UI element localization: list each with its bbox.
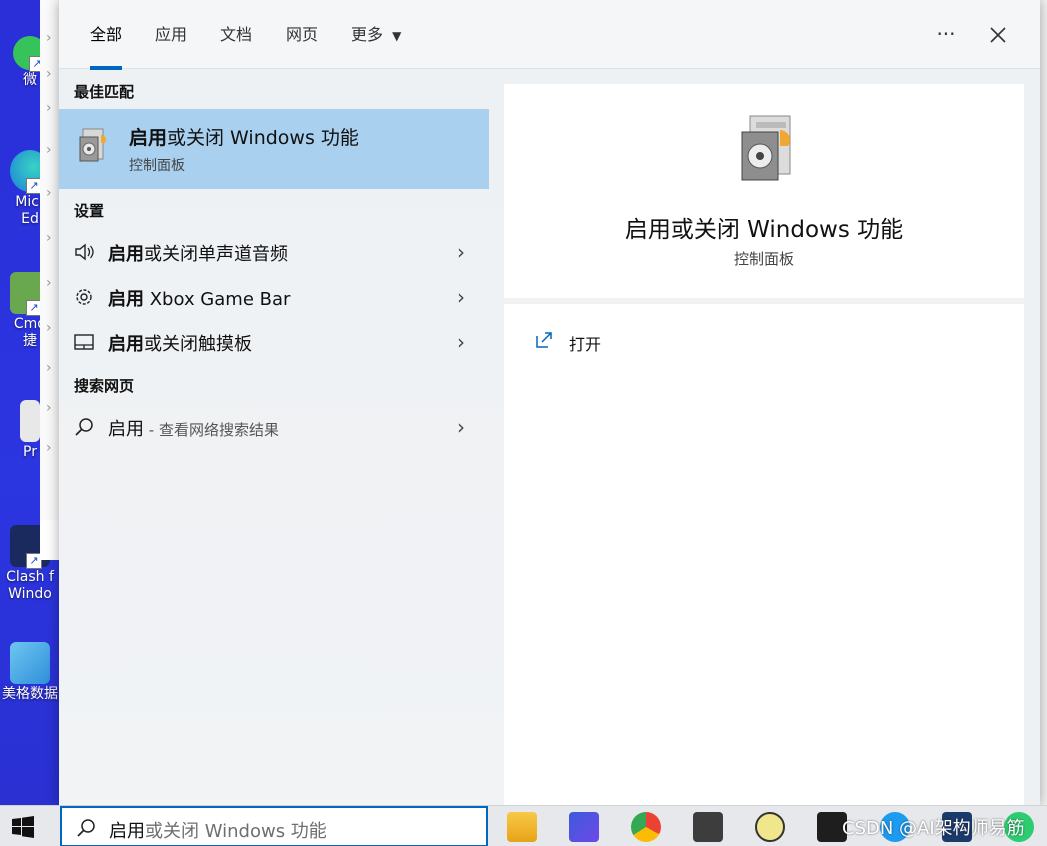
settings-item-label: 启用或关闭触摸板	[108, 334, 252, 355]
detail-header: 启用或关闭 Windows 功能 控制面板	[504, 84, 1024, 304]
search-query-text: 启用或关闭 Windows 功能	[109, 821, 327, 842]
search-panel: 全部 应用 文档 网页 更多 ▼ ··· 最佳匹配 启用或关闭 Windows …	[59, 0, 1040, 805]
app-m-icon[interactable]	[569, 812, 599, 842]
settings-item-mono-audio[interactable]: 启用或关闭单声道音频 ›	[59, 230, 489, 274]
desktop-icon-label: Clash f Windo	[6, 569, 54, 602]
chevron-right-icon: ›	[457, 240, 465, 264]
speaker-icon	[75, 243, 94, 261]
watermark: CSDN @AI架构师易筋	[842, 818, 1025, 839]
search-header: 全部 应用 文档 网页 更多 ▼ ···	[59, 0, 1040, 70]
best-match-title: 启用或关闭 Windows 功能	[129, 123, 359, 150]
chevron-right-icon: ›	[457, 285, 465, 309]
detail-title: 启用或关闭 Windows 功能	[624, 217, 904, 243]
windows-start-icon[interactable]	[10, 815, 36, 839]
best-match-item[interactable]: 启用或关闭 Windows 功能 控制面板	[59, 109, 489, 189]
web-search-item[interactable]: 启用 - 查看网络搜索结果 ›	[59, 405, 489, 449]
desktop-icon-label: 微	[23, 72, 37, 88]
search-icon	[77, 819, 95, 837]
web-search-label: 启用 - 查看网络搜索结果	[108, 419, 279, 440]
settings-item-label: 启用 Xbox Game Bar	[108, 289, 291, 310]
app-circle-icon[interactable]	[755, 812, 785, 842]
taskbar-search-input[interactable]: 启用或关闭 Windows 功能	[60, 806, 488, 846]
tab-more[interactable]: 更多 ▼	[351, 24, 401, 48]
open-action-label: 打开	[569, 335, 602, 354]
best-match-title-bold: 启用	[129, 127, 168, 149]
tab-apps[interactable]: 应用	[155, 24, 187, 48]
results-list: 最佳匹配 启用或关闭 Windows 功能 控制面板 设置 启用或关闭单声道音频…	[59, 70, 504, 805]
settings-item-xbox-game-bar[interactable]: 启用 Xbox Game Bar ›	[59, 275, 489, 319]
chevron-right-icon: ›	[457, 415, 465, 439]
detail-subtitle: 控制面板	[733, 250, 794, 268]
windows-features-icon	[741, 115, 791, 181]
best-match-subtitle: 控制面板	[129, 158, 185, 174]
more-options-button[interactable]: ···	[926, 18, 966, 52]
search-icon	[75, 418, 93, 436]
detail-pane: 启用或关闭 Windows 功能 控制面板 打开	[504, 84, 1024, 805]
close-button[interactable]	[978, 18, 1018, 52]
tab-documents[interactable]: 文档	[220, 24, 252, 48]
open-external-icon	[536, 332, 552, 348]
touchpad-icon	[74, 334, 94, 350]
gear-icon	[76, 289, 92, 305]
best-match-heading: 最佳匹配	[74, 83, 135, 101]
chrome-icon[interactable]	[631, 812, 661, 842]
chevron-right-icon: ›	[457, 330, 465, 354]
close-icon	[990, 27, 1006, 43]
windows-features-icon	[79, 128, 106, 162]
desktop-icon-label: Pr	[23, 444, 37, 460]
sublime-text-icon[interactable]	[693, 812, 723, 842]
zip-icon	[10, 642, 50, 684]
web-search-heading: 搜索网页	[74, 377, 135, 395]
chevron-down-icon: ▼	[392, 29, 402, 43]
file-icon	[20, 400, 40, 442]
file-explorer-icon[interactable]	[507, 812, 537, 842]
tab-all[interactable]: 全部	[90, 24, 123, 70]
desktop-icon-meige[interactable]: 美格数据	[0, 642, 60, 703]
best-match-title-rest: 或关闭 Windows 功能	[167, 127, 359, 149]
settings-item-touchpad[interactable]: 启用或关闭触摸板 ›	[59, 320, 489, 364]
tab-more-label: 更多	[351, 25, 384, 44]
desktop-icon-label: 美格数据	[2, 686, 58, 702]
tab-web[interactable]: 网页	[286, 24, 318, 48]
settings-item-label: 启用或关闭单声道音频	[108, 244, 288, 265]
settings-heading: 设置	[74, 202, 105, 220]
